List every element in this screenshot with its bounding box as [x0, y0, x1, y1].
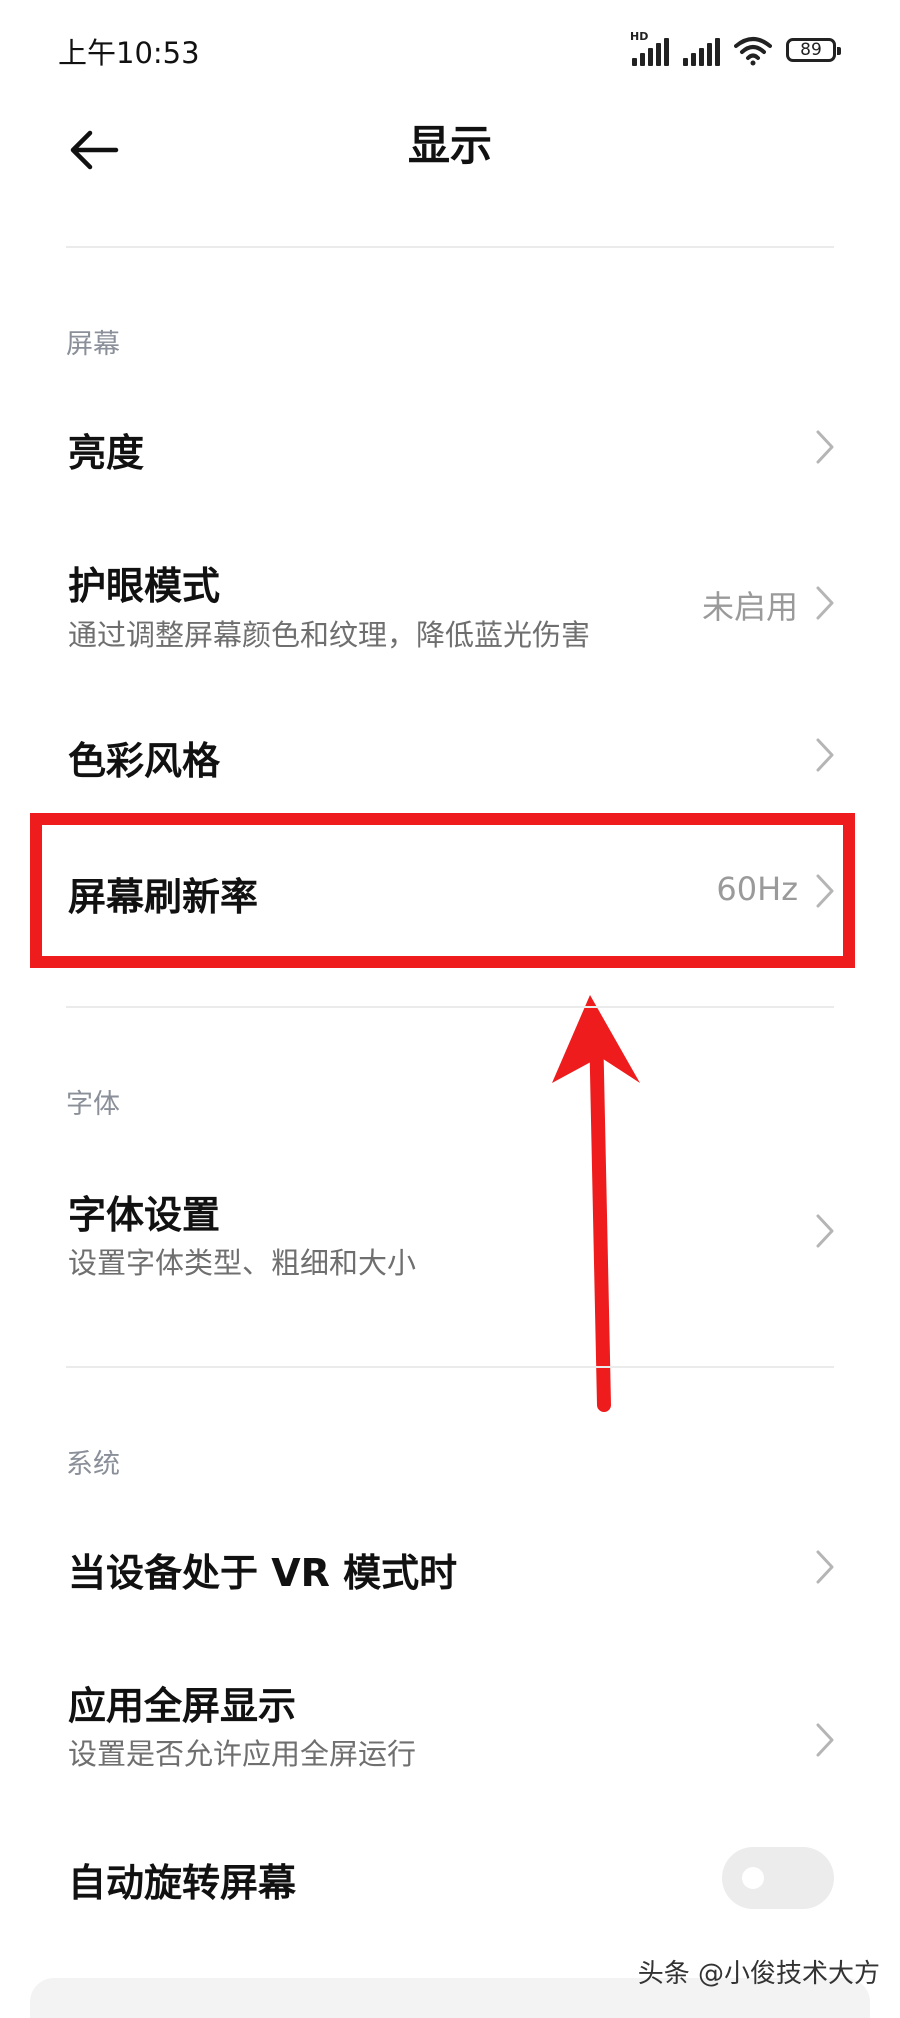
chevron-right-icon	[816, 738, 834, 772]
chevron-right-icon	[816, 1550, 834, 1584]
battery-level: 89	[800, 40, 822, 60]
item-label: 色彩风格	[68, 739, 221, 783]
font-settings-item[interactable]: 字体设置 设置字体类型、粗细和大小	[0, 1170, 900, 1305]
brightness-item[interactable]: 亮度	[0, 390, 900, 505]
divider	[66, 1006, 834, 1008]
wifi-icon	[734, 37, 772, 66]
item-subtitle: 设置是否允许应用全屏运行	[68, 1737, 417, 1771]
section-title-system: 系统	[66, 1449, 120, 1480]
divider	[66, 1366, 834, 1368]
item-value: 未启用	[701, 588, 798, 626]
item-label: 亮度	[68, 431, 145, 475]
item-label: 字体设置	[68, 1193, 221, 1237]
battery-icon: 89	[786, 38, 841, 62]
chevron-right-icon	[816, 1214, 834, 1248]
section-title-screen: 屏幕	[66, 329, 120, 360]
status-icons: HD 89	[630, 30, 841, 66]
eye-care-item[interactable]: 护眼模式 通过调整屏幕颜色和纹理，降低蓝光伤害 未启用	[0, 540, 900, 670]
color-style-item[interactable]: 色彩风格	[0, 700, 900, 810]
fullscreen-apps-item[interactable]: 应用全屏显示 设置是否允许应用全屏运行	[0, 1665, 900, 1795]
chevron-right-icon	[816, 1723, 834, 1757]
item-label: 自动旋转屏幕	[68, 1861, 297, 1905]
divider	[66, 246, 834, 248]
auto-rotate-item: 自动旋转屏幕	[0, 1820, 900, 1940]
status-time: 上午10:53	[58, 36, 200, 70]
chevron-right-icon	[816, 586, 834, 620]
highlight-box	[30, 813, 855, 968]
item-label: 当设备处于 VR 模式时	[68, 1551, 458, 1595]
vr-mode-item[interactable]: 当设备处于 VR 模式时	[0, 1510, 900, 1625]
item-label: 应用全屏显示	[68, 1684, 297, 1728]
status-bar: 上午10:53 HD 89	[0, 0, 900, 100]
page-title: 显示	[407, 121, 492, 170]
signal-icon	[683, 36, 720, 66]
toggle-knob	[742, 1867, 764, 1889]
auto-rotate-toggle[interactable]	[722, 1847, 834, 1909]
signal-hd-icon: HD	[630, 30, 669, 66]
item-label: 护眼模式	[68, 564, 221, 608]
section-title-font: 字体	[66, 1089, 120, 1120]
item-subtitle: 通过调整屏幕颜色和纹理，降低蓝光伤害	[68, 618, 591, 652]
chevron-right-icon	[816, 430, 834, 464]
watermark-text: 头条 @小俊技术大方	[637, 1959, 880, 1989]
item-subtitle: 设置字体类型、粗细和大小	[68, 1246, 417, 1280]
